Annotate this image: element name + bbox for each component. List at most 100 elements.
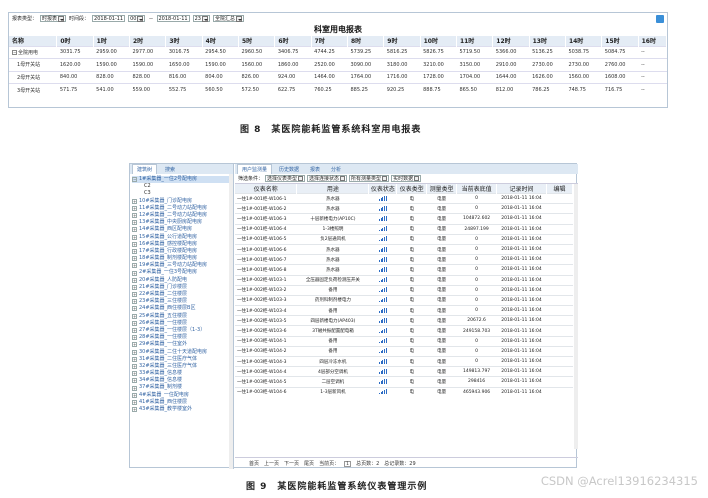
end-date-field[interactable]: 2018-01-11 bbox=[156, 15, 190, 22]
expand-icon[interactable]: + bbox=[132, 213, 137, 219]
report-type-select[interactable]: 时报表 bbox=[40, 15, 67, 22]
edit-cell[interactable] bbox=[546, 203, 573, 214]
tree-item[interactable]: −1#采集器_一住2号配电房 bbox=[132, 176, 233, 184]
edit-cell[interactable] bbox=[546, 386, 573, 398]
edit-cell[interactable] bbox=[546, 345, 573, 357]
tree-item[interactable]: +26#采集器_一住楼层 bbox=[132, 320, 233, 327]
sidebar-tab[interactable]: 搜索 bbox=[161, 165, 179, 174]
edit-cell[interactable] bbox=[546, 305, 573, 316]
expand-icon[interactable]: + bbox=[132, 270, 137, 276]
first-page-link[interactable]: 首页 bbox=[249, 460, 259, 467]
edit-cell[interactable] bbox=[546, 233, 573, 245]
edit-cell[interactable] bbox=[546, 213, 573, 225]
expand-icon[interactable]: + bbox=[132, 342, 137, 348]
expand-icon[interactable]: + bbox=[132, 292, 137, 298]
edit-cell[interactable] bbox=[546, 254, 573, 265]
tree-item[interactable]: +24#采集器_西住楼层B区 bbox=[132, 305, 233, 312]
expand-icon[interactable]: + bbox=[132, 371, 137, 377]
edit-cell[interactable] bbox=[546, 376, 573, 388]
expand-icon[interactable]: + bbox=[132, 284, 137, 290]
edit-cell[interactable] bbox=[546, 355, 573, 367]
tree-item[interactable]: +11#采集器_二号动力站配电房 bbox=[132, 205, 233, 212]
tree-item[interactable]: +37#采集器_制剂楼 bbox=[132, 384, 233, 391]
collapse-icon[interactable]: − bbox=[12, 49, 17, 55]
edit-cell[interactable] bbox=[546, 366, 573, 377]
expand-icon[interactable]: + bbox=[132, 234, 137, 240]
tree-item[interactable]: +2#采集器_一住3号配电房 bbox=[132, 269, 233, 276]
expand-icon[interactable]: + bbox=[132, 220, 137, 226]
tree-item[interactable]: +43#采集器_教学楼室外 bbox=[132, 406, 233, 413]
expand-icon[interactable]: + bbox=[132, 277, 137, 283]
tree-item[interactable]: +29#采集器_一住室外 bbox=[132, 341, 233, 348]
export-excel-icon[interactable] bbox=[656, 15, 664, 23]
expand-icon[interactable]: + bbox=[132, 320, 137, 326]
tree-item[interactable]: C3 bbox=[132, 190, 233, 197]
sidebar-tab[interactable]: 建筑树 bbox=[132, 164, 158, 174]
tree-item[interactable]: C2 bbox=[132, 183, 233, 190]
tree-item[interactable]: +32#采集器_三住医疗气体 bbox=[132, 363, 233, 370]
expand-icon[interactable]: + bbox=[132, 356, 137, 362]
tree-item[interactable]: +21#采集器_门诊楼层 bbox=[132, 284, 233, 291]
expand-icon[interactable]: + bbox=[132, 198, 137, 204]
expand-icon[interactable]: + bbox=[132, 407, 137, 413]
start-date-field[interactable]: 2018-01-11 bbox=[92, 15, 126, 22]
main-tab[interactable]: 分析 bbox=[327, 165, 345, 174]
expand-icon[interactable]: + bbox=[132, 392, 137, 398]
expand-icon[interactable]: + bbox=[132, 335, 137, 341]
tree-item[interactable]: +31#采集器_二住医疗气体 bbox=[132, 356, 233, 363]
expand-icon[interactable]: + bbox=[132, 227, 137, 233]
expand-icon[interactable]: + bbox=[132, 363, 137, 369]
data-mode-select[interactable]: 实时数据 bbox=[391, 175, 422, 182]
edit-cell[interactable] bbox=[546, 325, 573, 337]
expand-icon[interactable]: + bbox=[132, 378, 137, 384]
tree-item[interactable]: +17#采集器_行政楼配电房 bbox=[132, 248, 233, 255]
tree-item[interactable]: +15#采集器_公行道配电房 bbox=[132, 234, 233, 241]
last-page-link[interactable]: 尾页 bbox=[304, 460, 314, 467]
edit-cell[interactable] bbox=[546, 294, 573, 306]
expand-icon[interactable]: + bbox=[132, 256, 137, 262]
main-tab[interactable]: 报表 bbox=[306, 165, 324, 174]
main-tab[interactable]: 历史数据 bbox=[275, 165, 303, 174]
tree-item[interactable]: +16#采集器_感控楼配电房 bbox=[132, 241, 233, 248]
tree-item[interactable]: +41#采集器_西住楼层 bbox=[132, 399, 233, 406]
connection-status-select[interactable]: 选择连接状态 bbox=[307, 175, 348, 182]
start-hour-select[interactable]: 00 bbox=[128, 15, 146, 22]
expand-icon[interactable]: + bbox=[132, 205, 137, 211]
expand-icon[interactable]: + bbox=[132, 349, 137, 355]
expand-icon[interactable]: + bbox=[132, 299, 137, 305]
value-cell: 1590.00 bbox=[202, 58, 239, 71]
edit-cell[interactable] bbox=[546, 274, 573, 286]
current-page-input[interactable]: 1 bbox=[344, 460, 352, 467]
tree-item[interactable]: +20#采集器_人防配电 bbox=[132, 277, 233, 284]
meter-type-select[interactable]: 选择仪表类型 bbox=[265, 175, 306, 182]
end-hour-select[interactable]: 23 bbox=[192, 15, 210, 22]
next-page-link[interactable]: 下一页 bbox=[284, 460, 299, 467]
tree-item[interactable]: +30#采集器_二住十天道配电房 bbox=[132, 349, 233, 356]
edit-cell[interactable] bbox=[546, 264, 573, 275]
measure-type-select[interactable]: 所有测量类型 bbox=[349, 175, 390, 182]
tree-item[interactable]: +14#采集器_西区配电房 bbox=[132, 226, 233, 233]
expand-icon[interactable]: + bbox=[132, 263, 137, 269]
expand-icon[interactable]: + bbox=[132, 313, 137, 319]
scope-select[interactable]: 全院汇总 bbox=[212, 15, 244, 22]
edit-cell[interactable] bbox=[546, 192, 573, 204]
expand-icon[interactable]: + bbox=[132, 328, 137, 334]
prev-page-link[interactable]: 上一页 bbox=[264, 460, 279, 467]
collapse-icon[interactable]: − bbox=[132, 177, 137, 183]
expand-icon[interactable]: + bbox=[132, 306, 137, 312]
edit-cell[interactable] bbox=[546, 223, 573, 235]
edit-cell[interactable] bbox=[546, 335, 573, 347]
sidebar-scrollbar[interactable] bbox=[229, 174, 233, 469]
edit-cell[interactable] bbox=[546, 243, 573, 255]
edit-cell[interactable] bbox=[546, 284, 573, 296]
tree-item[interactable]: +25#采集器_五住楼层 bbox=[132, 313, 233, 320]
expand-icon[interactable]: + bbox=[132, 385, 137, 391]
edit-cell[interactable] bbox=[546, 315, 573, 326]
expand-icon[interactable]: + bbox=[132, 248, 137, 254]
tree-item[interactable]: +10#采集器_门诊配电房 bbox=[132, 198, 233, 205]
table-scrollbar[interactable] bbox=[574, 184, 578, 449]
main-tab[interactable]: 用户监测量 bbox=[237, 164, 273, 174]
tree-item[interactable]: +4#采集器_一住配电房 bbox=[132, 392, 233, 399]
expand-icon[interactable]: + bbox=[132, 241, 137, 247]
expand-icon[interactable]: + bbox=[132, 399, 137, 405]
